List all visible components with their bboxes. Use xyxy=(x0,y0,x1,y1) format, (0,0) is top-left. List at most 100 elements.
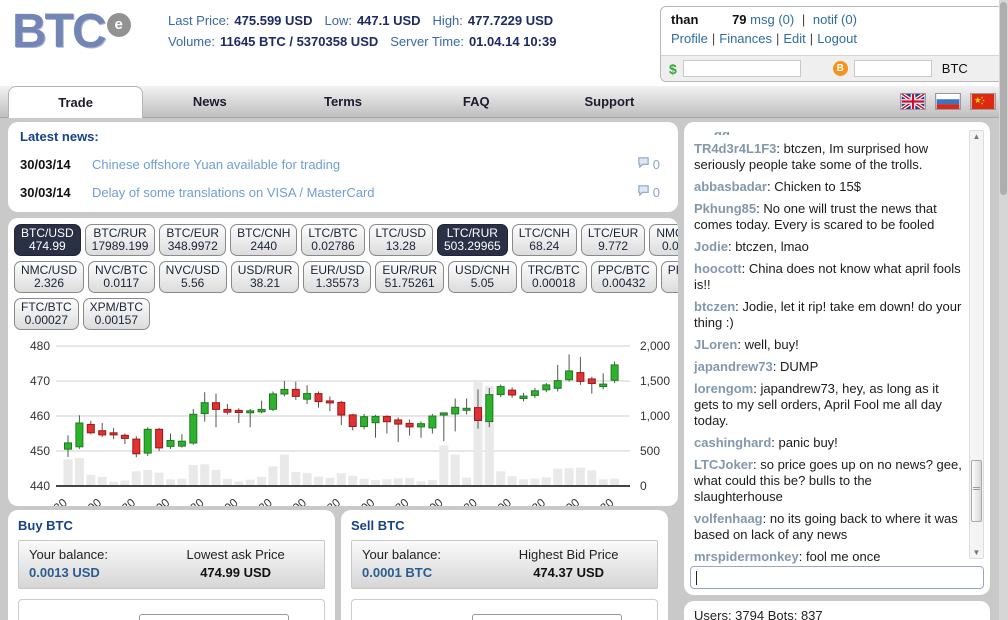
pair-button-nmc-usd[interactable]: NMC/USD 2.326 xyxy=(14,261,84,293)
account-link-edit[interactable]: Edit xyxy=(783,31,805,46)
pair-name: PPC/USD xyxy=(667,263,678,277)
pair-button-ppc-btc[interactable]: PPC/BTC 0.00432 xyxy=(590,261,657,293)
pair-button-ppc-usd[interactable]: PPC/USD2.05 xyxy=(660,261,678,293)
online-stats-panel: Users: 3794 Bots: 837 xyxy=(684,601,990,620)
chat-scrollbar[interactable]: ▲ ▼ xyxy=(969,130,984,559)
chat-username: TR4d3r4L1F3 xyxy=(694,141,777,156)
buy-panel: Buy BTC Your balance: 0.0013 USD Lowest … xyxy=(8,510,335,620)
highest-bid-label: Highest Bid Price xyxy=(518,547,619,562)
pair-button-trc-btc[interactable]: TRC/BTC 0.00018 xyxy=(520,261,587,293)
buy-balance-value: 0.0013 USD xyxy=(29,565,100,580)
tab-news[interactable]: News xyxy=(143,86,276,118)
pair-button-usd-rur[interactable]: USD/RUR 38.21 xyxy=(230,261,300,293)
page-scrollbar[interactable] xyxy=(999,0,1008,620)
news-comments-count[interactable]: 0 xyxy=(637,184,666,200)
pair-price: 5.56 xyxy=(181,276,205,290)
news-link[interactable]: Chinese offshore Yuan available for trad… xyxy=(92,157,637,172)
tab-support[interactable]: Support xyxy=(543,86,676,118)
tab-faq[interactable]: FAQ xyxy=(410,86,543,118)
language-flags: ★ ★ ★ ★ xyxy=(900,93,996,110)
sell-amount-input[interactable] xyxy=(472,614,622,620)
page-scrollbar-thumb[interactable] xyxy=(1000,2,1007,195)
chat-message: volfenhaag: no its going back to where i… xyxy=(694,511,958,542)
ru-flag[interactable] xyxy=(935,93,961,110)
account-link-profile[interactable]: Profile xyxy=(671,31,708,46)
pair-button-nvc-usd[interactable]: NVC/USD 5.56 xyxy=(158,261,227,293)
market-panel: BTC/USD 474.99 BTC/RUR 17989.199 BTC/EUR 348.… xyxy=(8,218,678,506)
buy-amount-box: Amount BTC: xyxy=(18,599,325,620)
pair-button-usd-cnh[interactable]: USD/CNH 5.05 xyxy=(448,261,517,293)
btc-currency-label: BTC xyxy=(941,61,968,76)
chat-username: mrspidermonkey xyxy=(694,549,799,564)
sell-balance-col: Your balance: 0.0001 BTC xyxy=(362,547,490,580)
sell-title: Sell BTC xyxy=(351,518,405,533)
chat-username: LTCJoker xyxy=(694,457,753,472)
buy-price-col: Lowest ask Price 474.99 USD xyxy=(157,547,314,580)
pair-price: 2.05 xyxy=(668,277,678,290)
news-date: 30/03/14 xyxy=(20,156,71,172)
sell-price-col: Highest Bid Price 474.37 USD xyxy=(490,547,647,580)
pair-price: 17989.199 xyxy=(91,239,149,253)
pair-button-ltc-eur[interactable]: LTC/EUR 9.772 xyxy=(580,224,646,256)
pair-button-ltc-btc[interactable]: LTC/BTC 0.02786 xyxy=(301,224,365,256)
ticker-line-2: Volume: 11645 BTC / 5370358 USD Server Tim… xyxy=(168,31,568,52)
separator: | xyxy=(711,31,716,46)
pair-price: 0.00027 xyxy=(24,313,69,327)
buy-amount-input[interactable] xyxy=(139,614,289,620)
chat-username: Pkhung85 xyxy=(694,201,757,216)
news-link[interactable]: Delay of some translations on VISA / Mas… xyxy=(92,185,637,200)
pair-button-btc-usd[interactable]: BTC/USD 474.99 xyxy=(14,224,81,256)
pair-button-ltc-rur[interactable]: LTC/RUR 503.29965 xyxy=(437,224,508,256)
pair-button-btc-rur[interactable]: BTC/RUR 17989.199 xyxy=(84,224,156,256)
svg-text:21:00: 21:00 xyxy=(277,495,309,506)
en-flag[interactable] xyxy=(900,93,926,110)
svg-text:18:00: 18:00 xyxy=(209,495,241,506)
chat-scrollbar-thumb[interactable] xyxy=(971,459,982,522)
pair-price: 0.0117 xyxy=(103,276,140,290)
dollar-icon: $ xyxy=(669,60,677,77)
svg-text:10:30: 10:30 xyxy=(38,495,70,506)
pair-price: 2440 xyxy=(250,239,278,253)
svg-text:460: 460 xyxy=(30,409,50,423)
pair-button-eur-rur[interactable]: EUR/RUR 51.75261 xyxy=(375,261,445,293)
tab-trade[interactable]: Trade xyxy=(8,86,144,118)
sell-panel: Sell BTC Your balance: 0.0001 BTC Highes… xyxy=(341,510,668,620)
logo[interactable]: BTC e xyxy=(12,4,131,59)
cn-flag[interactable]: ★ ★ ★ ★ xyxy=(970,93,996,110)
pair-button-ftc-btc[interactable]: FTC/BTC 0.00027 xyxy=(14,298,79,330)
pair-price: 9.772 xyxy=(598,239,629,253)
svg-text:440: 440 xyxy=(30,479,50,493)
account-link-logout[interactable]: Logout xyxy=(817,31,857,46)
messages-link[interactable]: msg (0) xyxy=(750,12,794,27)
tab-terms[interactable]: Terms xyxy=(276,86,409,118)
pair-button-nmc-btc[interactable]: NMC/BTC0.00489 xyxy=(649,224,678,256)
notifications-link[interactable]: notif (0) xyxy=(813,12,857,27)
btc-balance-input[interactable] xyxy=(853,60,932,77)
pair-button-btc-eur[interactable]: BTC/EUR 348.9972 xyxy=(159,224,227,256)
text-caret xyxy=(696,571,697,585)
buy-balance-box: Your balance: 0.0013 USD Lowest ask Pric… xyxy=(18,540,325,589)
pair-button-eur-usd[interactable]: EUR/USD 1.35573 xyxy=(303,261,372,293)
usd-balance-input[interactable] xyxy=(682,60,801,77)
pair-button-ltc-cnh[interactable]: LTC/CNH 68.24 xyxy=(511,224,577,256)
pair-button-btc-cnh[interactable]: BTC/CNH 2440 xyxy=(230,224,298,256)
account-link-finances[interactable]: Finances xyxy=(719,31,772,46)
lowest-ask-value: 474.99 USD xyxy=(200,565,272,580)
chat-message: btczen: Jodie, let it rip! take em down!… xyxy=(694,299,962,330)
scrollbar-grip xyxy=(973,486,980,490)
scroll-up-icon[interactable]: ▲ xyxy=(970,132,983,141)
pair-button-nvc-btc[interactable]: NVC/BTC 0.0117 xyxy=(88,261,155,293)
pair-button-xpm-btc[interactable]: XPM/BTC 0.00157 xyxy=(82,298,151,330)
currency-pair-grid: BTC/USD 474.99 BTC/RUR 17989.199 BTC/EUR 348.… xyxy=(12,223,678,331)
chat-message: LTCJoker: so price goes up on no news? g… xyxy=(694,457,962,504)
pair-price: 0.00489 xyxy=(661,239,678,253)
pair-button-ltc-usd[interactable]: LTC/USD 13.28 xyxy=(368,224,433,256)
highest-bid-value: 474.37 USD xyxy=(533,565,605,580)
chat-input[interactable] xyxy=(690,566,984,589)
logo-e-badge: e xyxy=(106,13,131,37)
chat-username: JLoren xyxy=(694,337,738,352)
stat-value: 01.04.14 10:39 xyxy=(468,34,557,49)
pair-row: BTC/USD 474.99 BTC/RUR 17989.199 BTC/EUR 348.… xyxy=(12,223,678,257)
scroll-down-icon[interactable]: ▼ xyxy=(970,548,983,557)
news-comments-count[interactable]: 0 xyxy=(637,156,666,172)
